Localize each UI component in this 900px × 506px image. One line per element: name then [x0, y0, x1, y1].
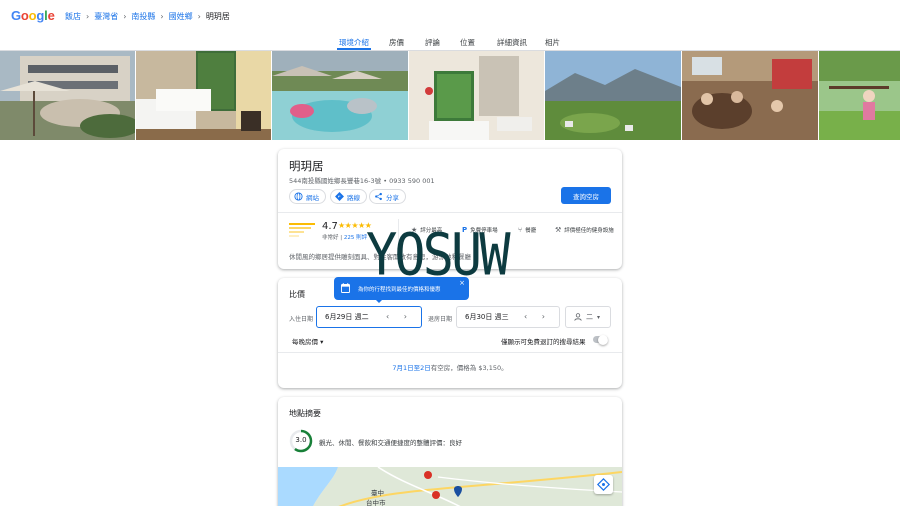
- tab-prices[interactable]: 房價: [389, 37, 404, 48]
- hotel-name: 明玥居: [289, 159, 324, 173]
- breadcrumb-township[interactable]: 國姓鄉: [169, 11, 193, 22]
- breadcrumb-hotels[interactable]: 飯店: [65, 11, 81, 22]
- free-cancellation-toggle[interactable]: [593, 334, 608, 345]
- share-label: 分享: [386, 193, 399, 202]
- chevron-right-icon: ›: [123, 12, 127, 21]
- map-label: 台中市: [366, 499, 386, 506]
- breadcrumb: 飯店 › 臺灣省 › 南投縣 › 國姓鄉 › 明玥居: [65, 11, 230, 22]
- hotel-address: 544南投縣國姓鄉長豐巷16-3號 • 0933 590 001: [289, 177, 435, 185]
- location-summary-text: 觀光、休閒、餐飲和交通便捷度的整體評價：良好: [319, 439, 462, 447]
- map-label: 臺中: [371, 489, 384, 497]
- checkin-date-field[interactable]: 6月29日 週二 ‹ ›: [316, 306, 422, 328]
- chevron-right-icon: ›: [160, 12, 164, 21]
- availability-price: 有空房，價格為 $3,150。: [430, 364, 508, 372]
- rating-summary: 非常好 | 225 則評: [322, 235, 368, 241]
- tooltip-arrow: [375, 299, 383, 303]
- photo-pool[interactable]: [272, 51, 408, 140]
- photo-bathroom[interactable]: [409, 51, 544, 140]
- breadcrumb-province[interactable]: 臺灣省: [94, 11, 118, 22]
- person-icon: [574, 313, 582, 321]
- rating-score: 4.7: [322, 221, 338, 232]
- checkout-date-field[interactable]: 6月30日 週三 ‹ ›: [456, 306, 560, 328]
- calendar-icon: [341, 283, 350, 293]
- google-logo[interactable]: Google: [11, 8, 55, 23]
- tab-location[interactable]: 位置: [460, 37, 475, 48]
- watermark: YOSUW: [366, 222, 511, 290]
- location-summary-card: 地點摘要 3.0 觀光、休閒、餐飲和交通便捷度的整體評價：良好 臺中 台中市: [278, 397, 622, 506]
- amenity-label: 評價極佳的健身設施: [564, 228, 614, 234]
- guests-selector[interactable]: 二 ▾: [565, 306, 611, 328]
- free-cancellation-label: 僅顯示可免費退訂的搜尋結果: [501, 338, 586, 346]
- dropdown-arrow-icon: ▾: [597, 313, 601, 321]
- rating-distribution: [289, 223, 315, 239]
- breadcrumb-county[interactable]: 南投縣: [131, 11, 155, 22]
- directions-label: 路線: [347, 193, 360, 202]
- availability-text: 7月1日至2日有空房，價格為 $3,150。: [278, 362, 622, 372]
- website-label: 網站: [306, 193, 319, 202]
- divider: [278, 212, 622, 213]
- photo-bedroom[interactable]: [136, 51, 271, 140]
- location-map[interactable]: 臺中 台中市: [278, 466, 622, 506]
- guests-value: 二: [586, 313, 593, 321]
- nightly-price-dropdown[interactable]: 每晚房價 ▾: [292, 336, 323, 346]
- logo-letter: e: [47, 8, 55, 23]
- directions-icon: [335, 192, 344, 201]
- amenity-restaurant: ⑂ 餐廳: [518, 226, 536, 234]
- location-score-ring: 3.0: [289, 429, 313, 453]
- price-section-title: 比價: [289, 290, 305, 299]
- photo-restaurant[interactable]: [682, 51, 818, 140]
- checkin-label: 入住日期: [289, 316, 314, 323]
- divider: [278, 352, 622, 353]
- logo-letter: o: [20, 8, 29, 23]
- amenity-fitness: ⚒ 評價極佳的健身設施: [555, 226, 614, 234]
- checkin-value: 6月29日 週二: [325, 313, 369, 321]
- logo-letter: g: [36, 8, 45, 23]
- rating-label: 非常好: [322, 235, 339, 241]
- chevron-right-icon: ›: [86, 12, 90, 21]
- amenity-label: 餐廳: [525, 228, 537, 234]
- date-nav-arrows[interactable]: ‹ ›: [386, 312, 413, 321]
- breadcrumb-current: 明玥居: [205, 12, 230, 21]
- photo-mountain-view[interactable]: [545, 51, 681, 140]
- active-tab-indicator: [337, 48, 371, 50]
- share-button[interactable]: 分享: [369, 189, 406, 204]
- tab-photos[interactable]: 相片: [545, 37, 560, 48]
- photo-exterior[interactable]: [0, 51, 135, 140]
- photo-gallery: [0, 51, 900, 140]
- tab-reviews[interactable]: 評論: [425, 37, 440, 48]
- directions-button[interactable]: 路線: [330, 189, 367, 204]
- availability-date-link[interactable]: 7月1日至2日: [392, 364, 430, 372]
- section-tabs: 環境介紹 房價 評論 位置 詳細資訊 相片: [0, 32, 900, 51]
- photo-garden[interactable]: [819, 51, 900, 140]
- website-button[interactable]: 網站: [289, 189, 326, 204]
- check-availability-button[interactable]: 查詢空房: [561, 187, 611, 204]
- location-section-title: 地點摘要: [289, 409, 321, 418]
- checkout-label: 退房日期: [428, 316, 453, 323]
- tab-details[interactable]: 詳細資訊: [497, 37, 527, 48]
- reviews-link[interactable]: 225 則評: [344, 235, 367, 241]
- chevron-right-icon: ›: [197, 12, 201, 21]
- map-recenter-button[interactable]: [594, 475, 613, 494]
- location-score: 3.0: [295, 436, 307, 444]
- fitness-icon: ⚒: [555, 226, 562, 234]
- date-nav-arrows[interactable]: ‹ ›: [524, 312, 551, 321]
- share-icon: [375, 192, 382, 201]
- tab-overview[interactable]: 環境介紹: [339, 37, 369, 48]
- logo-letter: G: [11, 8, 21, 23]
- globe-icon: [294, 192, 303, 201]
- restaurant-icon: ⑂: [518, 226, 523, 234]
- top-bar: Google 飯店 › 臺灣省 › 南投縣 › 國姓鄉 › 明玥居: [0, 0, 900, 32]
- checkout-value: 6月30日 週三: [465, 313, 509, 321]
- locate-icon: [596, 477, 611, 492]
